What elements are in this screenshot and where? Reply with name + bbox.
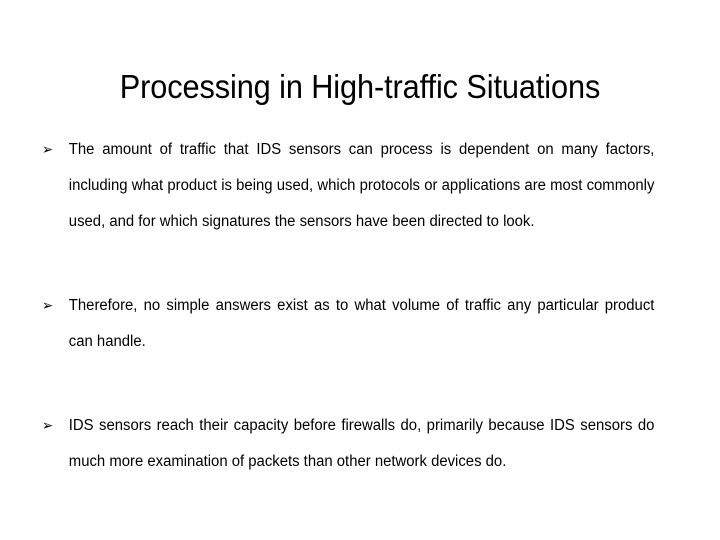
wingdings-arrow-bullet-icon: ➢ — [41, 418, 54, 434]
page-title: Processing in High-traffic Situations — [119, 68, 601, 106]
bullet-item: ➢ Therefore, no simple answers exist as … — [40, 288, 654, 396]
slide-body: ➢ The amount of traffic that IDS sensors… — [40, 132, 680, 516]
wingdings-arrow-bullet-icon: ➢ — [41, 298, 54, 314]
slide-canvas: Processing in High-traffic Situations ➢ … — [0, 0, 720, 540]
bullet-item-text: IDS sensors reach their capacity before … — [68, 417, 655, 470]
wingdings-arrow-bullet-icon: ➢ — [41, 142, 54, 158]
bullet-item-text: Therefore, no simple answers exist as to… — [68, 297, 655, 350]
bullet-item: ➢ IDS sensors reach their capacity befor… — [40, 408, 654, 516]
bullet-item: ➢ The amount of traffic that IDS sensors… — [40, 132, 654, 276]
bullet-item-text: The amount of traffic that IDS sensors c… — [68, 141, 655, 230]
